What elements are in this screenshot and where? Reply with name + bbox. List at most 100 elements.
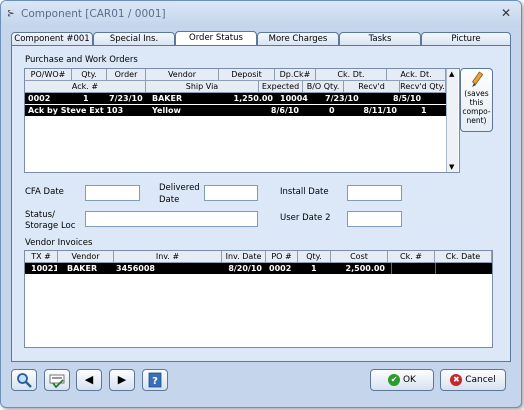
- triangle-left-icon: ◀: [84, 373, 94, 386]
- cancel-icon: ✖: [450, 373, 463, 386]
- install-date-field[interactable]: [347, 185, 402, 201]
- cell-recvd-qty: 1: [421, 106, 427, 115]
- scroll-down-icon[interactable]: ▼: [449, 163, 454, 171]
- cfa-date-label: CFA Date: [25, 187, 64, 197]
- col-recvd-qty[interactable]: Recv'd Qty.: [400, 81, 446, 93]
- spell-check-button[interactable]: [44, 369, 70, 391]
- previous-button[interactable]: ◀: [76, 369, 102, 391]
- cell-order: 7/23/10: [109, 94, 143, 103]
- next-button[interactable]: ▶: [109, 369, 135, 391]
- app-icon: ⊱: [7, 9, 15, 19]
- table-row[interactable]: 10021 BAKER 3456008 8/20/10 0002 1 2,500…: [25, 263, 492, 274]
- pencil-icon: [471, 71, 483, 87]
- table-row[interactable]: 0002 1 7/23/10 BAKER 1,250.00 10004 7/23…: [25, 93, 446, 104]
- window-title: Component [CAR01 / 0001]: [21, 8, 166, 20]
- vendor-invoices-label: Vendor Invoices: [25, 238, 93, 248]
- ok-button[interactable]: ✔ OK: [370, 369, 434, 391]
- col-bo-qty[interactable]: B/O Qty.: [303, 81, 344, 93]
- col-inv-date[interactable]: Inv. Date: [222, 251, 266, 263]
- cell-recvd: 8/11/10: [363, 106, 397, 115]
- save-component-button[interactable]: (saves this compo- nent): [460, 68, 493, 132]
- status-label-2: Storage Loc: [25, 221, 76, 231]
- col-ship-via[interactable]: Ship Via: [146, 81, 259, 93]
- install-date-label: Install Date: [280, 187, 329, 197]
- cell-inv-date: 8/20/10: [228, 264, 262, 273]
- save-component-label-1: (saves: [464, 89, 489, 98]
- cfa-date-field[interactable]: [85, 185, 140, 201]
- cell-vendor: BAKER: [152, 94, 183, 103]
- title-bar: ⊱ Component [CAR01 / 0001] ✕: [1, 1, 521, 27]
- tab-component[interactable]: Component #001: [11, 32, 93, 46]
- cancel-button[interactable]: ✖ Cancel: [440, 369, 506, 391]
- search-button[interactable]: [11, 369, 37, 391]
- col-order[interactable]: Order: [107, 69, 146, 81]
- col-cost[interactable]: Cost: [331, 251, 388, 263]
- cell-cost: 2,500.00: [345, 264, 385, 273]
- col-tx[interactable]: TX #: [25, 251, 58, 263]
- purchase-orders-grid[interactable]: PO/WO# Qty. Order Vendor Deposit Dp.Ck# …: [24, 68, 460, 173]
- cell-po: 0002: [269, 264, 292, 273]
- delivered-date-label-1: Delivered: [159, 183, 200, 193]
- close-icon[interactable]: ✕: [501, 6, 511, 20]
- col-recvd[interactable]: Recv'd: [344, 81, 400, 93]
- help-icon: ?: [148, 372, 162, 388]
- table-row[interactable]: Ack by Steve Ext 103 Yellow 8/6/10 0 8/1…: [25, 105, 446, 116]
- cell-expected: 8/6/10: [270, 106, 299, 115]
- cell-dp-ck: 10004: [280, 94, 308, 103]
- save-component-label-4: nent): [466, 116, 487, 125]
- col-ack-no[interactable]: Ack. #: [25, 81, 146, 93]
- component-window: ⊱ Component [CAR01 / 0001] ✕ Component #…: [0, 0, 522, 408]
- tab-tasks[interactable]: Tasks: [339, 32, 421, 46]
- cell-ship-via: Yellow: [152, 106, 181, 115]
- cell-ck-no: [391, 263, 432, 274]
- purchase-orders-label: Purchase and Work Orders: [25, 55, 138, 65]
- cell-ck-date: [435, 263, 492, 274]
- col-po-wo[interactable]: PO/WO#: [25, 69, 72, 81]
- vertical-scrollbar[interactable]: ▲ ▼: [446, 69, 458, 172]
- col-po[interactable]: PO #: [266, 251, 298, 263]
- col-expected[interactable]: Expected: [259, 81, 303, 93]
- delivered-date-field[interactable]: [204, 185, 258, 201]
- col-ck-date[interactable]: Ck. Date: [435, 251, 492, 263]
- col-ack-dt[interactable]: Ack. Dt.: [387, 69, 446, 81]
- scroll-up-icon[interactable]: ▲: [449, 70, 454, 78]
- cell-qty: 1: [83, 94, 89, 103]
- save-component-label-2: this: [469, 98, 484, 107]
- col-vendor[interactable]: Vendor: [58, 251, 114, 263]
- col-vendor[interactable]: Vendor: [146, 69, 219, 81]
- col-dp-ck[interactable]: Dp.Ck#: [275, 69, 316, 81]
- svg-text:?: ?: [152, 376, 158, 387]
- col-qty[interactable]: Qty.: [72, 69, 107, 81]
- delivered-date-label-2: Date: [159, 195, 180, 205]
- help-button[interactable]: ?: [142, 369, 168, 391]
- check-icon: ✔: [388, 373, 401, 386]
- status-storage-field[interactable]: [85, 211, 258, 227]
- cell-vendor: BAKER: [67, 264, 98, 273]
- cell-ck-dt: 7/23/10: [325, 94, 359, 103]
- triangle-right-icon: ▶: [117, 373, 127, 386]
- spell-check-icon: [49, 374, 65, 389]
- col-deposit[interactable]: Deposit: [219, 69, 275, 81]
- col-inv-no[interactable]: Inv. #: [114, 251, 222, 263]
- col-qty[interactable]: Qty.: [298, 251, 331, 263]
- tab-special-ins[interactable]: Special Ins.: [93, 32, 175, 46]
- cell-ack-no: Ack by Steve Ext 103: [28, 106, 124, 115]
- col-ck-dt[interactable]: Ck. Dt.: [316, 69, 387, 81]
- save-component-label-3: compo-: [462, 107, 491, 116]
- tab-bar: Component #001 Special Ins. Order Status…: [11, 31, 511, 47]
- cell-qty: 1: [311, 264, 317, 273]
- cell-ack-dt: 8/5/10: [393, 94, 422, 103]
- user-date-2-label: User Date 2: [280, 213, 331, 223]
- tab-picture[interactable]: Picture: [421, 32, 511, 46]
- cancel-label: Cancel: [465, 375, 496, 385]
- ok-label: OK: [402, 375, 416, 385]
- tab-more-charges[interactable]: More Charges: [257, 32, 339, 46]
- vendor-invoices-grid[interactable]: TX # Vendor Inv. # Inv. Date PO # Qty. C…: [24, 250, 493, 348]
- cell-tx: 10021: [31, 264, 57, 273]
- col-ck-no[interactable]: Ck. #: [388, 251, 435, 263]
- cell-deposit: 1,250.00: [233, 94, 273, 103]
- search-icon: [17, 373, 32, 388]
- status-label-1: Status/: [25, 210, 55, 220]
- user-date-2-field[interactable]: [347, 211, 402, 227]
- cell-po-wo: 0002: [28, 94, 51, 103]
